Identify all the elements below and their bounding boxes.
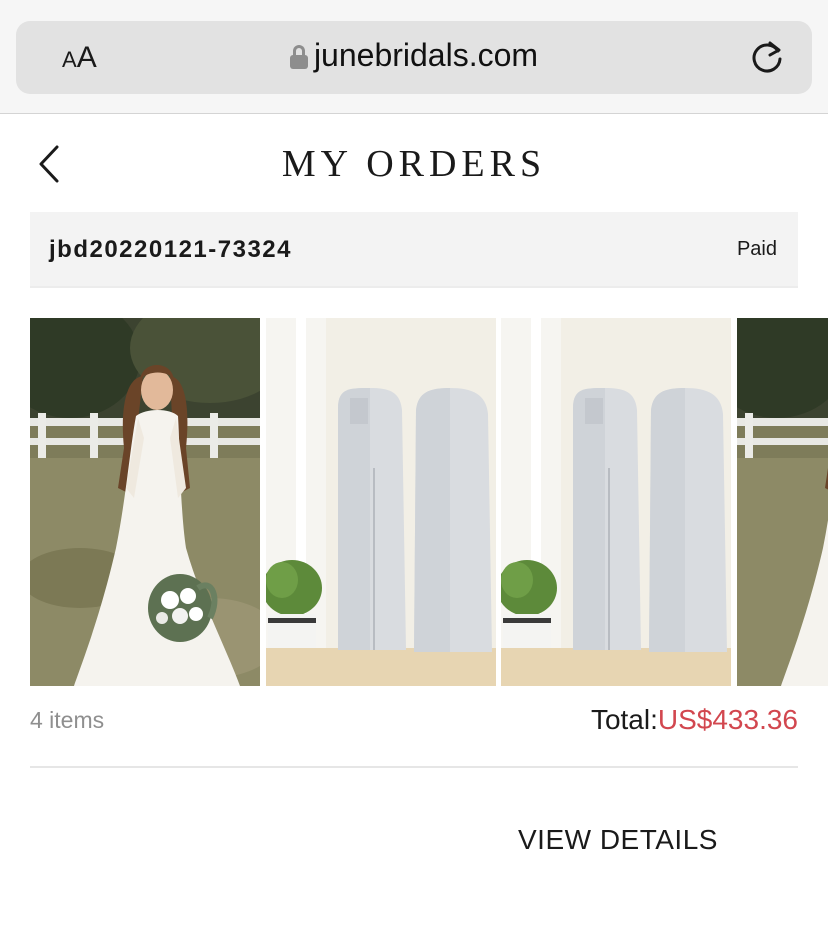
browser-address-bar: AA junebridals.com	[0, 0, 828, 114]
url-display[interactable]: junebridals.com	[16, 37, 812, 74]
order-item-image[interactable]	[30, 318, 260, 686]
garment-bag-photo-icon	[501, 318, 731, 686]
url-field[interactable]: AA junebridals.com	[16, 21, 812, 94]
order-id: jbd20220121-73324	[49, 236, 292, 263]
order-item-image[interactable]	[501, 318, 731, 686]
bride-wedding-dress-photo-icon	[30, 318, 260, 686]
divider	[30, 766, 798, 768]
order-item-image[interactable]	[737, 318, 828, 686]
url-text: junebridals.com	[313, 37, 539, 73]
order-header: jbd20220121-73324 Paid	[30, 212, 798, 288]
page-title: MY ORDERS	[281, 143, 547, 185]
order-item-image[interactable]	[266, 318, 496, 686]
order-total: Total:US$433.36	[591, 704, 798, 736]
order-status-badge: Paid	[736, 238, 777, 260]
item-count: 4 items	[30, 707, 105, 733]
garment-bag-photo-icon	[266, 318, 496, 686]
view-details-button[interactable]: VIEW DETAILS	[518, 824, 718, 856]
lock-icon	[289, 45, 308, 69]
bride-wedding-dress-photo-icon	[737, 318, 828, 686]
reload-icon[interactable]	[748, 38, 786, 76]
total-value: US$433.36	[657, 704, 798, 735]
order-items-image-strip[interactable]	[30, 318, 828, 686]
total-label: Total:	[590, 704, 658, 735]
